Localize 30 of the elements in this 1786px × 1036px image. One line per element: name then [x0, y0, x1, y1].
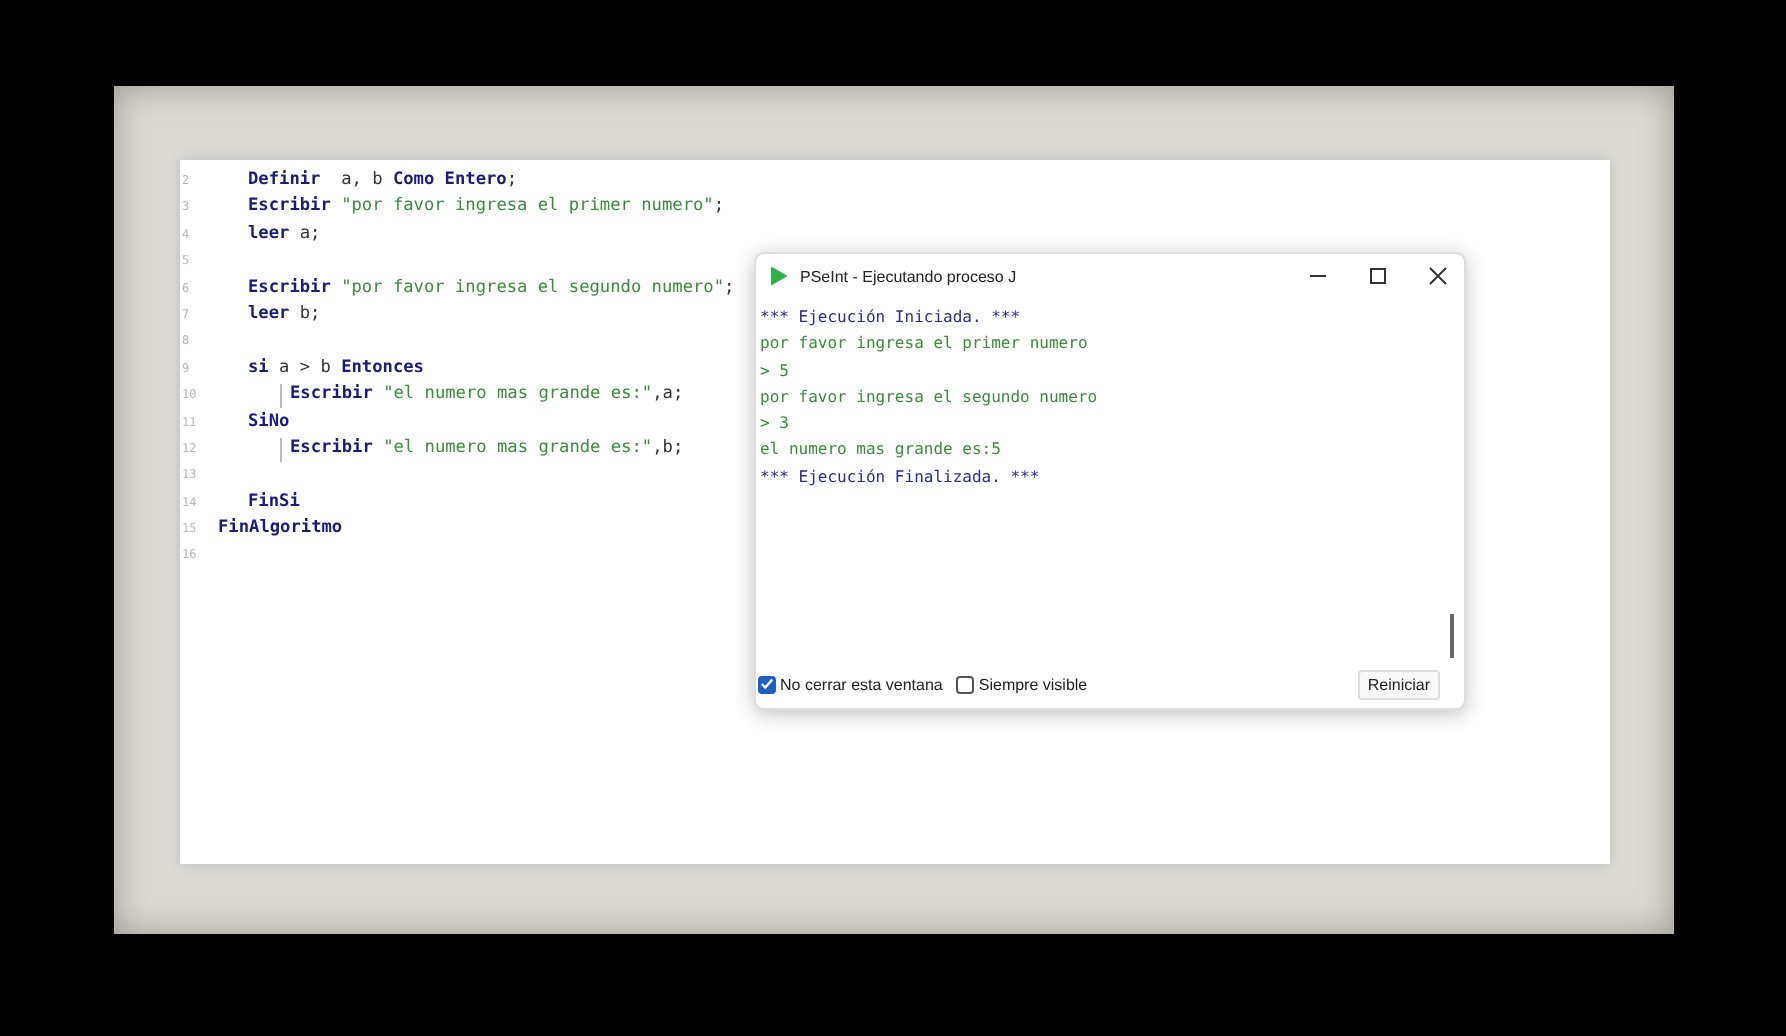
code-line: Escribir "por favor ingresa el primer numero";: [248, 196, 725, 217]
checkbox[interactable]: [956, 675, 975, 693]
checkbox-label: Siempre visible: [978, 675, 1088, 693]
play-icon: [770, 266, 788, 286]
indent-guide: [280, 437, 282, 462]
close-icon[interactable]: [1428, 266, 1448, 286]
window-title: PSeInt - Ejecutando proceso J: [800, 267, 1017, 285]
console-line: *** Ejecución Finalizada. ***: [760, 465, 1042, 490]
code-line: FinAlgoritmo: [218, 518, 343, 539]
code-line: leer a;: [248, 223, 321, 244]
scrollbar[interactable]: [1450, 614, 1454, 658]
restart-button[interactable]: Reiniciar: [1357, 669, 1440, 699]
console-line: > 3: [760, 412, 791, 437]
checkbox-label: No cerrar esta ventana: [780, 675, 943, 693]
code-line: Escribir "por favor ingresa el segundo numero";: [248, 277, 735, 298]
code-line: si a > b Entonces: [248, 357, 424, 378]
indent-guide: [280, 384, 282, 409]
console-line: > 5: [760, 359, 791, 384]
code-line: Escribir "el numero mas grande es:",a;: [290, 384, 684, 405]
code-line: Definir a, b Como Entero;: [248, 170, 518, 190]
console-line: el numero mas grande es:5: [760, 438, 1003, 463]
code-line: leer b;: [248, 303, 321, 324]
code-line: Escribir "el numero mas grande es:",b;: [290, 437, 684, 458]
console-line: por favor ingresa el primer numero: [760, 332, 1090, 357]
checkbox[interactable]: [758, 675, 776, 693]
maximize-icon[interactable]: [1368, 266, 1388, 286]
console-line: *** Ejecución Iniciada. ***: [760, 306, 1023, 330]
code-line: SiNo: [248, 411, 290, 432]
code-line: FinSi: [248, 491, 300, 512]
console-line: por favor ingresa el segundo numero: [760, 385, 1100, 410]
